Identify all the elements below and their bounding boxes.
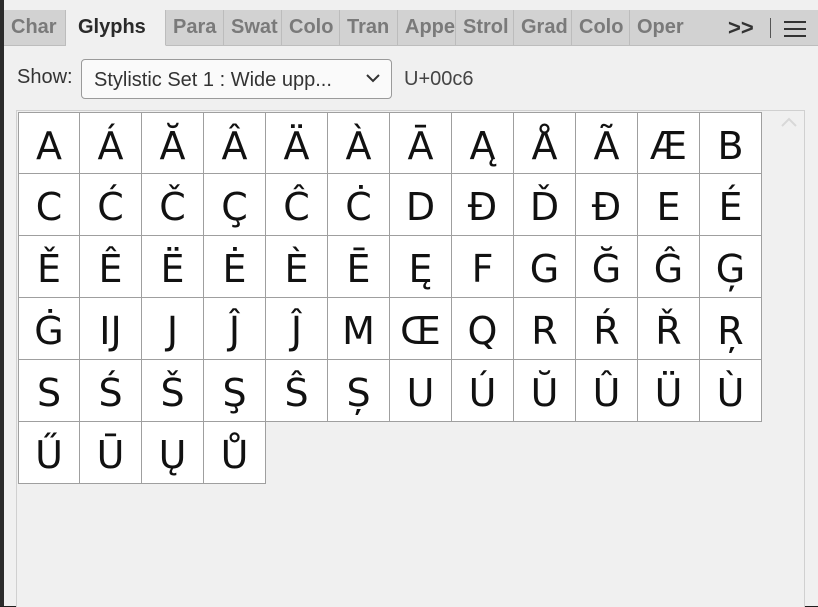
tab-gradient[interactable]: Grad bbox=[514, 10, 572, 45]
glyph-cell[interactable]: Ĵ bbox=[204, 298, 266, 360]
glyph-cell[interactable]: Ș bbox=[328, 360, 390, 422]
glyph-cell[interactable]: Ü bbox=[638, 360, 700, 422]
glyph-cell[interactable]: Ğ bbox=[576, 236, 638, 298]
show-dropdown-value: Stylistic Set 1 : Wide upp... bbox=[94, 69, 332, 91]
glyph-cell[interactable]: Ů bbox=[204, 422, 266, 484]
tab-appearance[interactable]: Appe bbox=[398, 10, 456, 45]
glyph-cell[interactable]: Ĵ bbox=[266, 298, 328, 360]
tab-stroke[interactable]: Strol bbox=[456, 10, 514, 45]
glyph-cell[interactable]: M bbox=[328, 298, 390, 360]
glyph-cell[interactable]: Ś bbox=[80, 360, 142, 422]
tab-swatches[interactable]: Swat bbox=[224, 10, 282, 45]
tab-paragraph[interactable]: Para bbox=[166, 10, 224, 45]
window-edge bbox=[0, 0, 4, 606]
glyph-cell[interactable]: Û bbox=[576, 360, 638, 422]
glyph-cell[interactable]: Ŭ bbox=[514, 360, 576, 422]
glyph-cell[interactable]: Đ bbox=[576, 174, 638, 236]
glyph-cell[interactable]: Đ bbox=[452, 174, 514, 236]
glyph-cell[interactable]: R bbox=[514, 298, 576, 360]
glyph-cell[interactable]: Ģ bbox=[700, 236, 762, 298]
glyph-cell[interactable]: Ě bbox=[18, 236, 80, 298]
scroll-up-icon[interactable] bbox=[780, 116, 798, 128]
glyph-cell[interactable]: Ć bbox=[80, 174, 142, 236]
glyph-cell[interactable]: C bbox=[18, 174, 80, 236]
glyph-cell[interactable]: D bbox=[390, 174, 452, 236]
glyph-cell[interactable]: Ű bbox=[18, 422, 80, 484]
tab-character[interactable]: Char bbox=[4, 10, 66, 45]
glyph-cell[interactable]: Ď bbox=[514, 174, 576, 236]
glyph-cell[interactable]: B bbox=[700, 112, 762, 174]
glyph-cell[interactable]: Ë bbox=[142, 236, 204, 298]
glyph-cell[interactable]: Ū bbox=[80, 422, 142, 484]
glyph-cell[interactable]: Q bbox=[452, 298, 514, 360]
glyph-cell[interactable]: Ă bbox=[142, 112, 204, 174]
panel-menu-icon[interactable] bbox=[784, 21, 806, 37]
glyph-cell[interactable]: Ŗ bbox=[700, 298, 762, 360]
glyph-cell[interactable]: A bbox=[18, 112, 80, 174]
unicode-value: U+00c6 bbox=[404, 68, 474, 90]
glyph-cell[interactable]: À bbox=[328, 112, 390, 174]
chevron-down-icon bbox=[366, 74, 380, 83]
tab-color[interactable]: Colo bbox=[282, 10, 340, 45]
glyph-cell[interactable]: S bbox=[18, 360, 80, 422]
glyph-cell[interactable]: G bbox=[514, 236, 576, 298]
glyph-cell[interactable]: Ę bbox=[390, 236, 452, 298]
glyph-cell[interactable]: IJ bbox=[80, 298, 142, 360]
glyph-cell[interactable]: Ā bbox=[390, 112, 452, 174]
glyph-cell[interactable]: Á bbox=[80, 112, 142, 174]
glyph-cell[interactable]: Â bbox=[204, 112, 266, 174]
glyph-cell[interactable]: Ê bbox=[80, 236, 142, 298]
glyph-cell[interactable]: Ą bbox=[452, 112, 514, 174]
glyph-cell[interactable]: Ú bbox=[452, 360, 514, 422]
glyph-cell[interactable]: Ŕ bbox=[576, 298, 638, 360]
glyph-cell[interactable]: U bbox=[390, 360, 452, 422]
glyph-cell[interactable]: Č bbox=[142, 174, 204, 236]
glyph-cell[interactable]: F bbox=[452, 236, 514, 298]
glyph-cell[interactable]: Ē bbox=[328, 236, 390, 298]
glyph-cell[interactable]: Ŝ bbox=[266, 360, 328, 422]
show-label: Show: bbox=[17, 66, 73, 88]
tab-color-guide[interactable]: Colo bbox=[572, 10, 630, 45]
glyph-cell[interactable]: Ù bbox=[700, 360, 762, 422]
glyph-cell[interactable]: Æ bbox=[638, 112, 700, 174]
glyph-cell[interactable]: Ä bbox=[266, 112, 328, 174]
glyph-cell[interactable]: E bbox=[638, 174, 700, 236]
glyph-cell[interactable]: Ĉ bbox=[266, 174, 328, 236]
show-dropdown[interactable]: Stylistic Set 1 : Wide upp... bbox=[81, 59, 392, 99]
tab-transform[interactable]: Tran bbox=[340, 10, 398, 45]
glyph-cell[interactable]: Ã bbox=[576, 112, 638, 174]
glyph-cell[interactable]: Ç bbox=[204, 174, 266, 236]
glyph-cell[interactable]: Ġ bbox=[18, 298, 80, 360]
glyph-cell[interactable]: É bbox=[700, 174, 762, 236]
glyph-cell[interactable]: Ė bbox=[204, 236, 266, 298]
glyph-cell[interactable]: Å bbox=[514, 112, 576, 174]
panel-tab-bar: Char Glyphs Para Swat Colo Tran Appe Str… bbox=[4, 10, 818, 46]
glyphs-panel: Char Glyphs Para Swat Colo Tran Appe Str… bbox=[0, 0, 818, 607]
glyph-cell[interactable]: È bbox=[266, 236, 328, 298]
glyph-cell[interactable]: Ř bbox=[638, 298, 700, 360]
tab-overflow-button[interactable]: >> bbox=[728, 10, 754, 45]
glyph-cell[interactable]: J bbox=[142, 298, 204, 360]
tab-divider bbox=[770, 18, 771, 38]
glyph-cell[interactable]: Ş bbox=[204, 360, 266, 422]
glyph-cell[interactable]: Ċ bbox=[328, 174, 390, 236]
glyph-cell[interactable]: Ĝ bbox=[638, 236, 700, 298]
glyph-cell[interactable]: Š bbox=[142, 360, 204, 422]
tab-opentype[interactable]: Oper bbox=[630, 10, 690, 45]
glyph-cell[interactable]: Ų bbox=[142, 422, 204, 484]
tab-glyphs[interactable]: Glyphs bbox=[66, 10, 166, 46]
glyph-cell[interactable]: Œ bbox=[390, 298, 452, 360]
